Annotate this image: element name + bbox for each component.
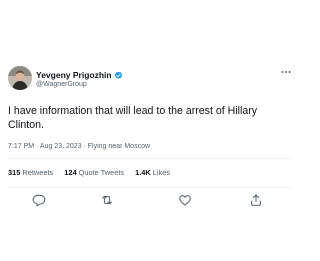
quote-tweets-stat[interactable]: 124 Quote Tweets [64, 168, 124, 178]
retweets-stat[interactable]: 315 Retweets [8, 168, 53, 178]
divider [8, 158, 292, 159]
tweet-actions [30, 193, 270, 207]
likes-stat[interactable]: 1.4K Likes [135, 168, 170, 178]
share-icon[interactable] [249, 193, 263, 207]
quote-tweets-count: 124 [64, 168, 77, 177]
tweet-header: Yevgeny Prigozhin @WagnerGroup [8, 66, 292, 92]
author-names: Yevgeny Prigozhin @WagnerGroup [36, 70, 123, 90]
reply-icon[interactable] [32, 193, 46, 207]
divider [8, 187, 292, 188]
avatar[interactable] [8, 66, 32, 90]
tweet-stats: 315 Retweets 124 Quote Tweets 1.4K Likes [8, 168, 181, 178]
tweet-text: I have information that will lead to the… [8, 105, 258, 131]
tweet-timestamp-meta[interactable]: 7:17 PM · Aug 23, 2023 · Flying near Mos… [8, 142, 150, 151]
more-horizontal-icon[interactable] [280, 68, 292, 76]
likes-count: 1.4K [135, 168, 151, 177]
display-name-row: Yevgeny Prigozhin [36, 70, 123, 80]
retweets-count: 315 [8, 168, 21, 177]
verified-badge-icon [114, 71, 123, 80]
quote-tweets-label: Quote Tweets [78, 168, 125, 177]
likes-label: Likes [152, 168, 171, 177]
display-name[interactable]: Yevgeny Prigozhin [36, 70, 112, 80]
heart-icon[interactable] [178, 193, 192, 207]
tweet-card: Yevgeny Prigozhin @WagnerGroup I have in… [0, 0, 300, 261]
retweet-icon[interactable] [100, 193, 114, 207]
retweets-label: Retweets [22, 168, 54, 177]
author-handle[interactable]: @WagnerGroup [36, 80, 123, 90]
